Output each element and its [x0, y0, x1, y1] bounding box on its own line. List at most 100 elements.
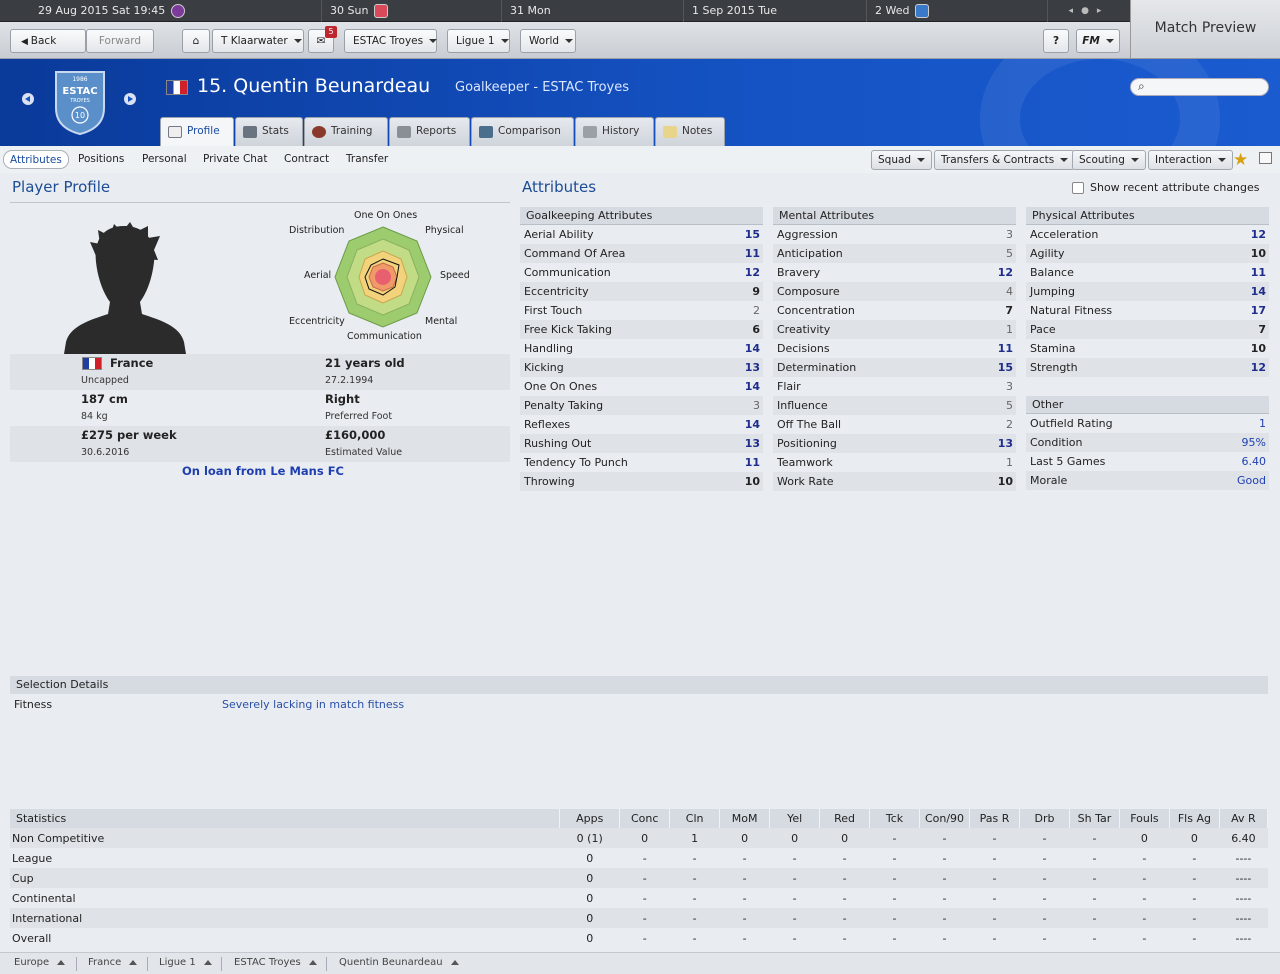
club-dropdown[interactable]: ESTAC Troyes — [344, 29, 437, 53]
attribute-row[interactable]: Throwing 10 — [520, 472, 763, 491]
forward-button[interactable]: Forward — [86, 29, 154, 53]
attribute-row[interactable]: Decisions 11 — [773, 339, 1016, 358]
attribute-row[interactable]: Balance 11 — [1026, 263, 1269, 282]
attribute-row[interactable]: Pace 7 — [1026, 320, 1269, 339]
statistics-column-header[interactable]: MoM — [719, 809, 771, 828]
breadcrumb-france[interactable]: France — [88, 957, 137, 968]
attribute-row[interactable]: First Touch 2 — [520, 301, 763, 320]
subnav-positions[interactable]: Positions — [78, 150, 124, 169]
breadcrumb-europe[interactable]: Europe — [14, 957, 65, 968]
breadcrumb-player[interactable]: Quentin Beunardeau — [339, 957, 459, 968]
attribute-row[interactable]: Morale Good — [1026, 471, 1269, 490]
attribute-row[interactable]: Creativity 1 — [773, 320, 1016, 339]
transfers-contracts-menu-button[interactable]: Transfers & Contracts — [934, 150, 1076, 170]
world-dropdown[interactable]: World — [520, 29, 576, 53]
attribute-row[interactable]: Tendency To Punch 11 — [520, 453, 763, 472]
attribute-row[interactable]: Teamwork 1 — [773, 453, 1016, 472]
scouting-menu-button[interactable]: Scouting — [1072, 150, 1146, 170]
attribute-row[interactable]: Command Of Area 11 — [520, 244, 763, 263]
attribute-row[interactable]: Stamina 10 — [1026, 339, 1269, 358]
statistics-column-header[interactable]: Sh Tar — [1069, 809, 1120, 828]
statistics-column-header[interactable]: Apps — [559, 809, 621, 828]
previous-player-button[interactable] — [22, 93, 34, 105]
tab-notes[interactable]: Notes — [655, 117, 725, 146]
subnav-private-chat[interactable]: Private Chat — [203, 150, 267, 169]
statistics-column-header[interactable]: Con/90 — [919, 809, 971, 828]
attribute-row[interactable]: Rushing Out 13 — [520, 434, 763, 453]
attribute-row[interactable]: Bravery 12 — [773, 263, 1016, 282]
calendar-today-icon[interactable]: ● — [1081, 6, 1097, 16]
subnav-attributes[interactable]: Attributes — [3, 150, 69, 169]
loan-status-link[interactable]: On loan from Le Mans FC — [182, 464, 344, 478]
squad-menu-button[interactable]: Squad — [871, 150, 933, 170]
statistics-column-header[interactable]: Fls Ag — [1169, 809, 1220, 828]
calendar-day[interactable]: 31 Mon — [502, 0, 684, 22]
subnav-contract[interactable]: Contract — [284, 150, 329, 169]
calendar-day[interactable]: 29 Aug 2015 Sat 19:45 — [30, 0, 322, 22]
attribute-row[interactable]: Acceleration 12 — [1026, 225, 1269, 244]
attribute-row[interactable]: Strength 12 — [1026, 358, 1269, 377]
help-button[interactable]: ? — [1043, 29, 1069, 53]
attribute-row[interactable]: One On Ones 14 — [520, 377, 763, 396]
statistics-column-header[interactable]: Av R — [1219, 809, 1269, 828]
tab-stats[interactable]: Stats — [235, 117, 303, 146]
interaction-menu-button[interactable]: Interaction — [1148, 150, 1233, 170]
calendar-controls[interactable]: ◂●▸ — [1048, 0, 1130, 22]
statistics-column-header[interactable]: Pas R — [969, 809, 1020, 828]
calendar-prev-icon[interactable]: ◂ — [1069, 6, 1082, 16]
show-recent-changes-checkbox[interactable]: Show recent attribute changes — [1072, 181, 1260, 194]
attribute-row[interactable]: Determination 15 — [773, 358, 1016, 377]
statistics-column-header[interactable]: Red — [819, 809, 871, 828]
tab-reports[interactable]: Reports — [389, 117, 470, 146]
attribute-row[interactable]: Off The Ball 2 — [773, 415, 1016, 434]
calendar-day[interactable]: 2 Wed — [867, 0, 1048, 22]
attribute-row[interactable]: Jumping 14 — [1026, 282, 1269, 301]
calendar-day[interactable]: 1 Sep 2015 Tue — [684, 0, 867, 22]
breadcrumb-club[interactable]: ESTAC Troyes — [234, 957, 317, 968]
statistics-column-header[interactable]: Tck — [869, 809, 921, 828]
statistics-column-header[interactable]: Drb — [1019, 809, 1070, 828]
tab-history[interactable]: History — [575, 117, 654, 146]
subnav-personal[interactable]: Personal — [142, 150, 187, 169]
attribute-row[interactable]: Agility 10 — [1026, 244, 1269, 263]
breadcrumb-league[interactable]: Ligue 1 — [159, 957, 212, 968]
attribute-row[interactable]: Anticipation 5 — [773, 244, 1016, 263]
attribute-row[interactable]: Aggression 3 — [773, 225, 1016, 244]
fm-menu-button[interactable]: FM — [1076, 29, 1120, 53]
attribute-row[interactable]: Kicking 13 — [520, 358, 763, 377]
manager-dropdown[interactable]: T Klaarwater — [212, 29, 304, 53]
attribute-row[interactable]: Outfield Rating 1 — [1026, 414, 1269, 433]
back-button[interactable]: ◀ Back — [10, 29, 86, 53]
next-player-button[interactable] — [124, 93, 136, 105]
attribute-row[interactable]: Penalty Taking 3 — [520, 396, 763, 415]
shortlist-star-icon[interactable]: ★ — [1233, 150, 1248, 170]
attribute-row[interactable]: Influence 5 — [773, 396, 1016, 415]
attribute-row[interactable]: Condition 95% — [1026, 433, 1269, 452]
attribute-row[interactable]: Eccentricity 9 — [520, 282, 763, 301]
attribute-row[interactable]: Positioning 13 — [773, 434, 1016, 453]
add-to-list-icon[interactable] — [1259, 152, 1272, 164]
subnav-transfer[interactable]: Transfer — [346, 150, 388, 169]
attribute-row[interactable]: Aerial Ability 15 — [520, 225, 763, 244]
calendar-day[interactable]: 30 Sun — [322, 0, 502, 22]
home-button[interactable]: ⌂ — [182, 29, 210, 53]
tab-comparison[interactable]: Comparison — [471, 117, 574, 146]
attribute-row[interactable]: Concentration 7 — [773, 301, 1016, 320]
statistics-column-header[interactable]: Fouls — [1119, 809, 1170, 828]
attribute-row[interactable]: Communication 12 — [520, 263, 763, 282]
calendar-next-icon[interactable]: ▸ — [1097, 6, 1110, 16]
league-dropdown[interactable]: Ligue 1 — [447, 29, 510, 53]
tab-profile[interactable]: Profile — [160, 117, 234, 146]
tab-training[interactable]: Training — [304, 117, 388, 146]
attribute-row[interactable]: Handling 14 — [520, 339, 763, 358]
nationality[interactable]: France — [110, 356, 153, 370]
statistics-column-header[interactable]: Cln — [669, 809, 721, 828]
statistics-column-header[interactable]: Conc — [619, 809, 671, 828]
attribute-row[interactable]: Natural Fitness 17 — [1026, 301, 1269, 320]
inbox-button[interactable]: ✉ 5 — [308, 26, 337, 53]
match-preview-button[interactable]: Match Preview — [1130, 0, 1280, 59]
attribute-row[interactable]: Reflexes 14 — [520, 415, 763, 434]
attribute-row[interactable]: Composure 4 — [773, 282, 1016, 301]
attribute-row[interactable]: Work Rate 10 — [773, 472, 1016, 491]
statistics-column-header[interactable]: Yel — [769, 809, 821, 828]
